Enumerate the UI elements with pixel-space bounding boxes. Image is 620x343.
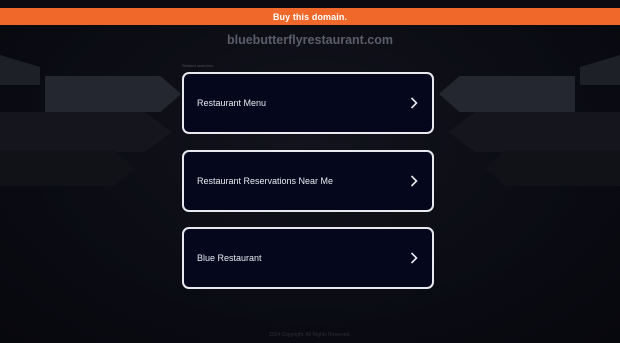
decorative-shape	[0, 112, 172, 152]
chevron-right-icon	[408, 175, 420, 187]
footer-copyright: 2024 Copyright. All Rights Reserved.	[269, 332, 351, 338]
decorative-shape	[0, 55, 40, 85]
related-link-restaurant-reservations[interactable]: Restaurant Reservations Near Me	[182, 150, 434, 212]
related-link-label: Restaurant Reservations Near Me	[197, 176, 334, 186]
decorative-shape	[580, 55, 620, 85]
related-link-label: Blue Restaurant	[197, 253, 262, 263]
decorative-shape	[0, 150, 135, 186]
related-link-label: Restaurant Menu	[197, 98, 267, 108]
related-link-restaurant-menu[interactable]: Restaurant Menu	[182, 72, 434, 134]
decorative-shape	[439, 76, 575, 112]
chevron-right-icon	[408, 252, 420, 264]
decorative-shape	[448, 112, 620, 152]
chevron-right-icon	[408, 97, 420, 109]
parked-domain-page: Buy this domain. bluebutterflyrestaurant…	[0, 0, 620, 343]
domain-name: bluebutterflyrestaurant.com	[226, 33, 393, 47]
related-searches-heading: Related searches	[182, 63, 214, 68]
decorative-shape	[45, 76, 181, 112]
top-strip	[0, 0, 620, 8]
related-link-blue-restaurant[interactable]: Blue Restaurant	[182, 227, 434, 289]
buy-domain-banner[interactable]: Buy this domain.	[0, 8, 620, 25]
decorative-shape	[485, 150, 620, 186]
buy-domain-label: Buy this domain.	[272, 11, 348, 22]
